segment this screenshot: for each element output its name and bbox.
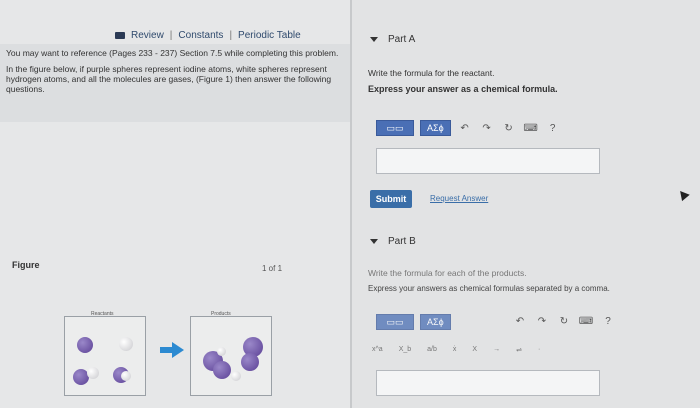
templates-button[interactable]: ▭▭ [376, 120, 414, 136]
part-b-toolbar-right: ↶ ↷ ↻ ⌨ ? [512, 316, 616, 327]
hydrogen-atom [231, 371, 241, 381]
products-box: Products [190, 311, 272, 396]
request-answer-link[interactable]: Request Answer [430, 194, 488, 203]
symbol-row: x^a X_b a/b ẋ X → ⇌ · [372, 346, 540, 354]
undo-icon[interactable]: ↶ [512, 316, 528, 327]
part-b-answer-field[interactable] [376, 370, 600, 396]
part-a-answer-field[interactable] [376, 148, 600, 174]
products-caption: Products [211, 311, 231, 317]
left-panel: Review | Constants | Periodic Table You … [0, 0, 350, 408]
iodine-atom [241, 353, 259, 371]
part-b-format-hint: Express your answers as chemical formula… [368, 284, 610, 293]
periodic-table-link[interactable]: Periodic Table [238, 30, 301, 41]
hydrogen-atom [87, 367, 99, 379]
collapse-caret-icon [370, 37, 378, 42]
redo-icon[interactable]: ↷ [534, 316, 550, 327]
constants-link[interactable]: Constants [178, 30, 223, 41]
superscript-button[interactable]: x^a [372, 346, 383, 354]
dot-button[interactable]: ẋ [453, 346, 457, 354]
reference-box: You may want to reference (Pages 233 - 2… [0, 44, 350, 122]
help-icon[interactable]: ? [545, 123, 561, 134]
reactants-caption: Reactants [91, 311, 114, 317]
submit-button[interactable]: Submit [370, 190, 412, 208]
iodine-atom [213, 361, 231, 379]
reset-icon[interactable]: ↻ [501, 123, 517, 134]
hydrogen-atom [119, 337, 133, 351]
part-a-toolbar: ▭▭ ΑΣϕ ↶ ↷ ↻ ⌨ ? [376, 120, 561, 136]
part-b-toolbar: ▭▭ ΑΣϕ [376, 314, 451, 330]
fraction-button[interactable]: a/b [427, 346, 437, 354]
reset-icon[interactable]: ↻ [556, 316, 572, 327]
bar-button[interactable]: X [472, 346, 477, 354]
iodine-atom [77, 337, 93, 353]
part-a-title: Part A [388, 34, 416, 45]
hydrogen-atom [217, 347, 226, 356]
equilibrium-button[interactable]: ⇌ [516, 346, 522, 354]
undo-icon[interactable]: ↶ [457, 123, 473, 134]
part-b-instruction: Write the formula for each of the produc… [368, 268, 527, 278]
subscript-button[interactable]: X_b [399, 346, 411, 354]
keyboard-icon[interactable]: ⌨ [523, 123, 539, 134]
part-a-header[interactable]: Part A [370, 34, 415, 45]
reference-text: You may want to reference (Pages 233 - 2… [6, 48, 339, 58]
part-b-title: Part B [388, 236, 416, 247]
separator: | [229, 30, 233, 41]
arrow-button[interactable]: → [493, 346, 500, 354]
keyboard-icon[interactable]: ⌨ [578, 316, 594, 327]
bullet-button[interactable]: · [538, 346, 540, 354]
resource-bar: Review | Constants | Periodic Table [115, 30, 301, 41]
part-a-instruction: Write the formula for the reactant. [368, 68, 495, 78]
redo-icon[interactable]: ↷ [479, 123, 495, 134]
figure-label: Figure [12, 260, 40, 270]
figure-page-count: 1 of 1 [262, 264, 283, 273]
greek-symbols-button[interactable]: ΑΣϕ [420, 120, 451, 136]
collapse-caret-icon [370, 239, 378, 244]
help-icon[interactable]: ? [600, 316, 616, 327]
greek-symbols-button[interactable]: ΑΣϕ [420, 314, 451, 330]
mouse-cursor [676, 187, 690, 202]
book-icon [115, 32, 125, 39]
templates-button[interactable]: ▭▭ [376, 314, 414, 330]
reactants-box: Reactants [64, 311, 146, 396]
problem-text: In the figure below, if purple spheres r… [6, 64, 332, 94]
hydrogen-atom [121, 371, 131, 381]
part-a-format-hint: Express your answer as a chemical formul… [368, 84, 558, 94]
right-panel: Part A Write the formula for the reactan… [352, 0, 700, 408]
reaction-arrow-head [172, 342, 184, 358]
separator: | [169, 30, 173, 41]
part-b-header[interactable]: Part B [370, 236, 416, 247]
review-link[interactable]: Review [131, 30, 164, 41]
